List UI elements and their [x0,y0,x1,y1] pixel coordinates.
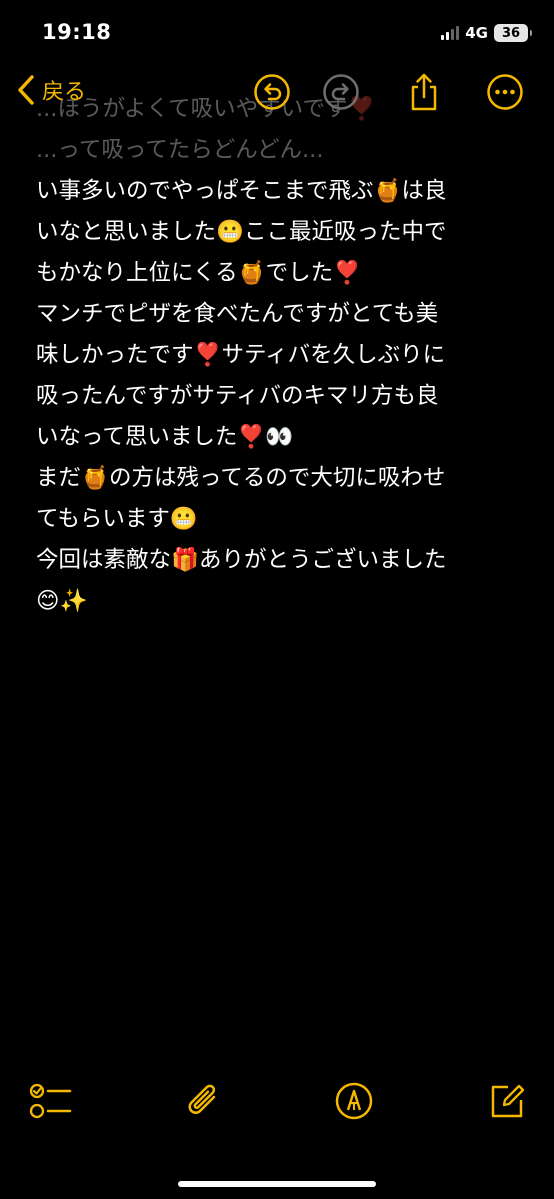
chevron-left-icon [18,75,34,105]
checklist-icon [29,1083,72,1119]
note-line-partial: ...って吸ってたらどんどん... [36,137,324,163]
share-button[interactable] [404,72,444,112]
note-body[interactable]: ...ほうがよくて吸いやすいです❣️ ...って吸ってたらどんどん... い事多いの… [36,48,526,663]
battery-icon: 36 [494,24,532,42]
more-button[interactable] [485,72,525,112]
status-indicators: 4G 36 [441,22,532,44]
pen-circle-icon [335,1082,373,1120]
note-line: いなと思いました😬ここ最近吸った中で [36,219,447,245]
paperclip-icon [188,1084,216,1114]
note-line: まだ🍯の方は残ってるので大切に吸わせ [36,465,446,491]
undo-icon [254,74,290,110]
share-icon [411,73,437,111]
note-line: 味しかったです❣️サティバを久しぶりに [36,342,446,368]
note-line: い事多いのでやっぱそこまで飛ぶ🍯は良 [36,178,447,204]
attachment-button[interactable] [182,1079,226,1123]
home-indicator[interactable] [178,1181,376,1187]
network-type: 4G [465,24,488,42]
more-icon [487,74,523,110]
markup-button[interactable] [332,1079,376,1123]
checklist-button[interactable] [29,1079,73,1123]
note-line: てもらいます😬 [36,506,198,532]
compose-button[interactable] [485,1079,529,1123]
undo-button[interactable] [252,72,292,112]
status-time: 19:18 [42,20,112,44]
status-bar: 19:18 4G 36 [0,0,554,64]
note-line: 😊✨ [36,588,88,614]
bottom-toolbar [0,1059,554,1199]
note-line: マンチでピザを食べたんですがとても美 [36,301,439,327]
note-line: 吸ったんですがサティバのキマリ方も良 [36,383,439,409]
redo-icon [323,74,359,110]
compose-icon [491,1084,525,1118]
signal-icon [441,26,460,40]
back-button[interactable]: 戻る [16,74,86,106]
nav-bar: 戻る [0,64,554,124]
battery-level: 36 [501,25,521,41]
redo-button[interactable] [321,72,361,112]
note-line: いなって思いました❣️👀 [36,424,294,450]
note-line: 今回は素敵な🎁ありがとうございました [36,547,447,573]
back-label: 戻る [42,80,87,105]
note-line: もかなり上位にくる🍯でした❣️ [36,260,362,286]
